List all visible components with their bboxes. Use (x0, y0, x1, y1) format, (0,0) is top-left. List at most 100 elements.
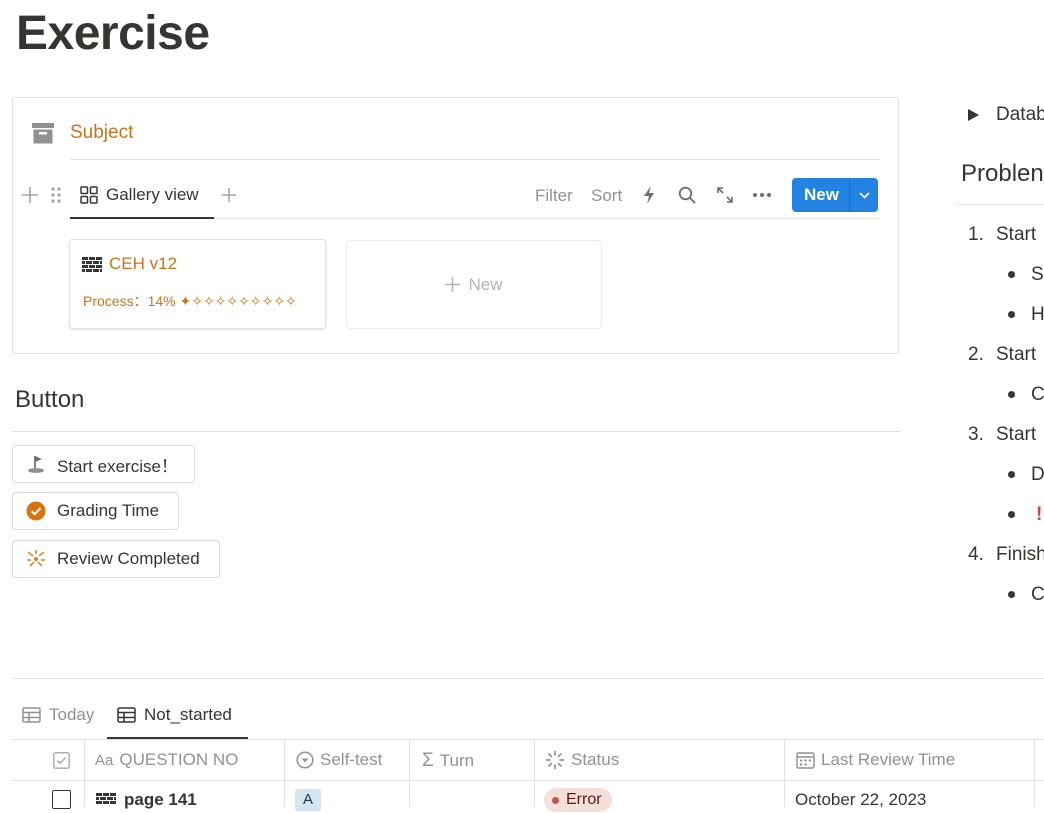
expand-icon[interactable] (715, 185, 735, 205)
column-label: Self-test (320, 750, 383, 769)
list-item: Start (996, 224, 1037, 245)
self-test-tag[interactable]: A (295, 789, 321, 811)
question-cell[interactable]: page 141 (124, 790, 197, 810)
tab-label: Today (49, 705, 95, 724)
table-icon (117, 707, 136, 723)
bullet-dot (1008, 471, 1015, 478)
add-card-label: New (468, 274, 503, 294)
column-divider (784, 740, 785, 807)
toggle-triangle-icon[interactable] (968, 108, 979, 126)
database-title[interactable]: Subject (70, 122, 133, 144)
column-label: Turn (439, 751, 475, 770)
add-block-icon[interactable] (21, 186, 39, 204)
column-header-turn[interactable]: Σ Turn (422, 750, 474, 772)
check-circle-icon (25, 500, 47, 522)
bullet-dot (1008, 271, 1015, 278)
select-all-checkbox-icon[interactable] (53, 752, 70, 774)
status-badge[interactable]: Error (544, 788, 612, 812)
table-icon (22, 707, 41, 723)
divider (957, 204, 1044, 205)
column-label: Last Review Time (821, 750, 956, 769)
last-review-cell[interactable]: October 22, 2023 (795, 790, 926, 810)
plus-icon (445, 277, 461, 292)
status-label: Error (566, 791, 602, 808)
bullet-dot (1008, 391, 1015, 398)
button-label: Grading Time (57, 501, 160, 520)
tab-not-started[interactable]: Not_started (117, 705, 232, 725)
automation-bolt-icon[interactable] (641, 185, 657, 205)
tab-gallery-view[interactable]: Gallery view (80, 185, 199, 205)
bullet-item: ! (1036, 504, 1043, 525)
new-button-label: New (804, 185, 839, 204)
column-divider (534, 740, 535, 807)
status-dot (552, 796, 559, 804)
list-item: Finish (996, 544, 1044, 565)
brick-wall-icon (96, 793, 116, 813)
button-label: Review Completed (57, 549, 200, 568)
column-divider (284, 740, 285, 807)
table-header-border (12, 739, 1044, 740)
status-icon (545, 750, 565, 770)
list-number: 1. (968, 224, 984, 245)
search-icon[interactable] (677, 185, 697, 205)
bullet-dot (1008, 511, 1015, 518)
sort-button[interactable]: Sort (591, 186, 622, 206)
tab-today[interactable]: Today (22, 705, 94, 725)
card-title[interactable]: CEH v12 (109, 254, 177, 274)
column-label: Status (571, 750, 620, 769)
start-exercise-button[interactable]: Start exercise！ (12, 445, 195, 483)
bullet-item: D (1031, 464, 1044, 485)
database-archive-icon (32, 123, 54, 149)
column-divider (84, 740, 85, 807)
column-divider (1034, 740, 1035, 807)
select-icon (296, 751, 314, 769)
review-completed-button[interactable]: Review Completed (12, 540, 220, 578)
column-label: QUESTION NO (119, 750, 239, 769)
list-number: 3. (968, 424, 984, 445)
add-card-button[interactable]: New (346, 240, 602, 329)
active-tab-indicator (70, 217, 214, 219)
add-view-icon[interactable] (220, 186, 238, 204)
page-title: Exercise (16, 7, 210, 60)
new-record-button[interactable]: New (792, 178, 878, 212)
button-label: Start exercise！ (57, 456, 178, 476)
text-icon: Aa (95, 751, 114, 769)
sparkle-icon (25, 548, 47, 570)
formula-icon: Σ (422, 750, 434, 771)
tab-label: Gallery view (106, 185, 199, 204)
bullet-item: H (1031, 304, 1044, 325)
bullet-dot (1008, 311, 1015, 318)
row-checkbox[interactable] (52, 790, 71, 809)
card-progress-property: Process：14% ✦✧✧✧✧✧✧✧✧✧ (83, 293, 297, 309)
divider (12, 431, 901, 432)
bullet-dot (1008, 591, 1015, 598)
column-header-last-review-time[interactable]: Last Review Time (796, 750, 955, 770)
toggle-label[interactable]: Datab (996, 104, 1044, 126)
column-divider (409, 740, 410, 807)
table-row-border (12, 780, 1044, 781)
chevron-down-icon[interactable] (850, 191, 878, 199)
brick-wall-icon (82, 257, 102, 277)
list-item: Start (996, 424, 1037, 445)
gallery-card[interactable] (69, 239, 326, 329)
section-heading: Button (15, 386, 85, 413)
bullet-item: C (1031, 384, 1044, 405)
calendar-icon (796, 751, 815, 769)
list-item: Start (996, 344, 1037, 365)
golf-flag-icon (25, 453, 47, 475)
divider (12, 678, 1044, 679)
column-header-status[interactable]: Status (545, 750, 619, 770)
divider (70, 159, 880, 160)
tab-label: Not_started (144, 705, 232, 724)
list-number: 2. (968, 344, 984, 365)
more-options-icon[interactable] (751, 185, 773, 205)
bullet-item: C (1031, 584, 1044, 605)
gallery-grid-icon (80, 186, 98, 204)
filter-button[interactable]: Filter (535, 186, 573, 206)
grading-time-button[interactable]: Grading Time (12, 492, 179, 530)
column-header-self-test[interactable]: Self-test (296, 750, 382, 770)
column-header-question-no[interactable]: Aa QUESTION NO (95, 750, 238, 770)
drag-handle-icon[interactable] (49, 186, 63, 204)
right-heading: Problen (961, 160, 1044, 187)
bullet-item: Sl (1031, 264, 1044, 285)
